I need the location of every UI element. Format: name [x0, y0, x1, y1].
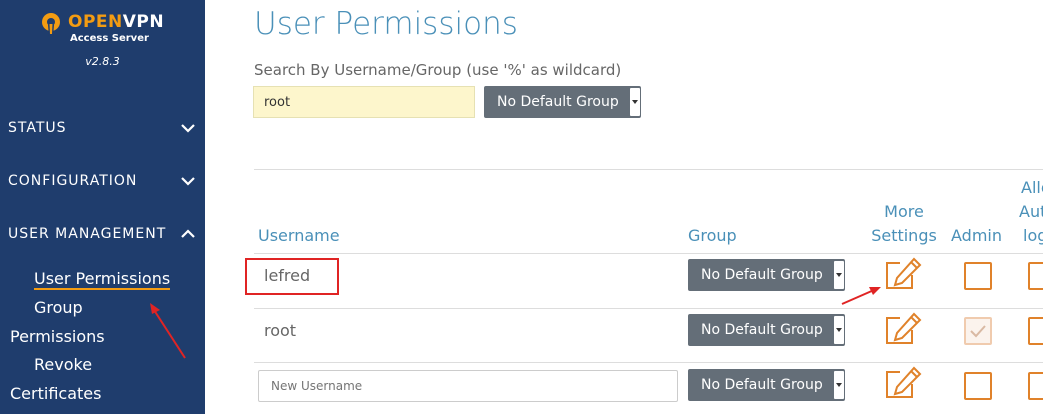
header-username: Username — [258, 226, 340, 245]
admin-checkbox[interactable] — [964, 262, 992, 290]
new-username-input[interactable] — [258, 370, 678, 402]
header-allow-line3: log — [1023, 226, 1043, 245]
sidebar-item-user-permissions[interactable]: User Permissions — [34, 269, 171, 290]
annotation-arrow-icon — [841, 287, 881, 305]
dropdown-caret-icon — [834, 371, 844, 399]
openvpn-logo: OPENVPN Access Server — [40, 12, 170, 48]
edit-icon[interactable] — [884, 312, 922, 346]
nav-configuration[interactable]: CONFIGURATION — [8, 169, 198, 193]
search-group-select[interactable]: No Default Group — [484, 86, 641, 118]
sidebar: OPENVPN Access Server v2.8.3 STATUS CONF… — [0, 0, 205, 414]
header-allow-line1: Allo — [1021, 178, 1043, 197]
row-group-select[interactable]: No Default Group — [688, 259, 845, 291]
divider — [254, 308, 1043, 309]
dropdown-caret-icon — [630, 88, 640, 116]
divider — [254, 253, 1043, 254]
search-input[interactable] — [253, 86, 475, 118]
admin-checkbox[interactable] — [964, 372, 992, 400]
logo-name: OPENVPN — [68, 12, 165, 32]
page-title: User Permissions — [254, 6, 518, 42]
annotation-highlight-box — [245, 258, 339, 295]
version-label: v2.8.3 — [85, 55, 120, 68]
divider — [254, 169, 1043, 170]
header-more-settings-line1: More — [884, 202, 924, 221]
openvpn-lock-icon — [42, 13, 60, 37]
nav-status-label: STATUS — [8, 120, 67, 136]
header-group: Group — [688, 226, 737, 245]
row-group-select-value: No Default Group — [701, 322, 823, 338]
checkmark-icon — [970, 325, 986, 338]
logo-subtitle: Access Server — [70, 33, 149, 44]
nav-status[interactable]: STATUS — [8, 116, 198, 140]
nav-user-management[interactable]: USER MANAGEMENT — [8, 222, 198, 246]
row-group-select-value: No Default Group — [701, 267, 823, 283]
search-label: Search By Username/Group (use '%' as wil… — [254, 61, 622, 79]
sidebar-item-revoke[interactable]: Revoke — [34, 355, 92, 374]
header-allow-line2: Aut — [1019, 202, 1043, 221]
header-more-settings-line2: Settings — [871, 226, 937, 245]
sidebar-item-permissions[interactable]: Permissions — [10, 327, 105, 346]
annotation-arrow-icon — [150, 303, 186, 359]
sidebar-item-group[interactable]: Group — [34, 298, 83, 317]
search-group-select-value: No Default Group — [497, 94, 619, 110]
new-row-group-select-value: No Default Group — [701, 377, 823, 393]
allow-auto-login-checkbox[interactable] — [1028, 262, 1043, 290]
chevron-up-icon — [181, 229, 195, 238]
header-admin: Admin — [951, 226, 1002, 245]
nav-configuration-label: CONFIGURATION — [8, 173, 138, 189]
allow-auto-login-checkbox[interactable] — [1028, 317, 1043, 345]
edit-icon[interactable] — [884, 257, 922, 291]
allow-auto-login-checkbox[interactable] — [1028, 372, 1043, 400]
dropdown-caret-icon — [834, 316, 844, 344]
new-row-group-select[interactable]: No Default Group — [688, 369, 845, 401]
divider — [254, 362, 1043, 363]
nav-user-management-label: USER MANAGEMENT — [8, 226, 167, 242]
sidebar-item-certificates[interactable]: Certificates — [10, 384, 101, 403]
row-group-select[interactable]: No Default Group — [688, 314, 845, 346]
chevron-down-icon — [181, 177, 195, 186]
username-cell: root — [264, 321, 297, 340]
edit-icon[interactable] — [884, 366, 922, 400]
admin-checkbox[interactable] — [964, 317, 992, 345]
chevron-down-icon — [181, 124, 195, 133]
